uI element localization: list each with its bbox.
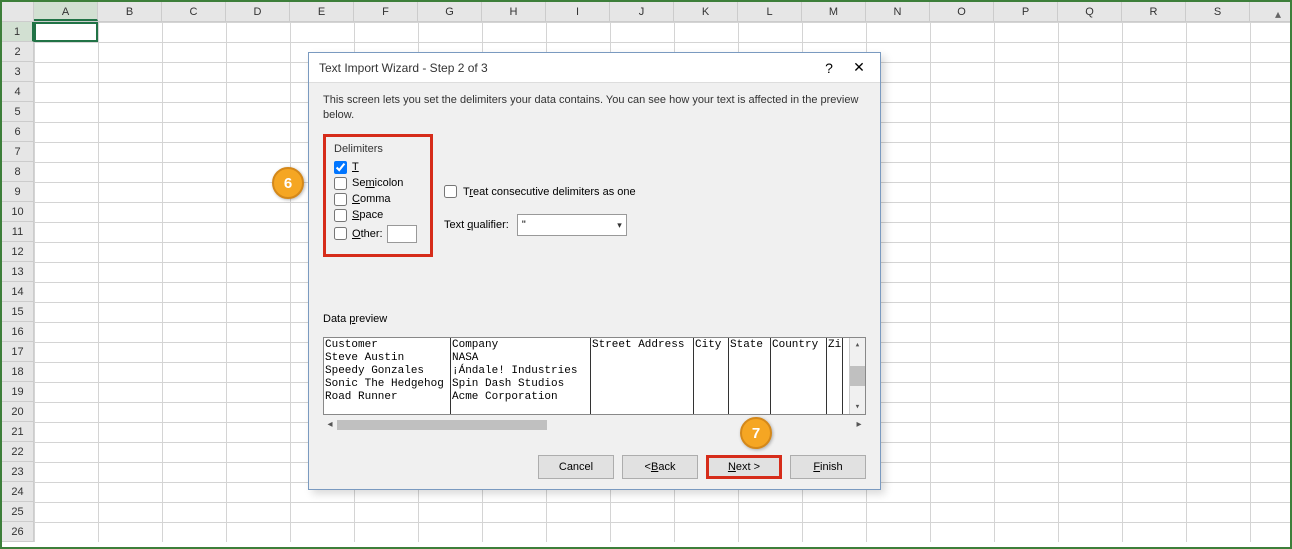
text-import-wizard-dialog: Text Import Wizard - Step 2 of 3 ? ✕ Thi… [308,52,881,490]
delimiter-tab-checkbox[interactable] [334,161,347,174]
row-header[interactable]: 16 [2,322,34,342]
column-header[interactable]: H [482,2,546,21]
preview-column: Street Address [591,338,694,414]
column-header[interactable]: O [930,2,994,21]
row-header[interactable]: 14 [2,282,34,302]
delimiter-other-input[interactable] [387,225,417,243]
row-header[interactable]: 22 [2,442,34,462]
data-preview-box: CustomerSteve AustinSpeedy GonzalesSonic… [323,337,866,415]
row-header[interactable]: 13 [2,262,34,282]
text-qualifier-select[interactable]: " ▾ [517,214,627,236]
column-header[interactable]: I [546,2,610,21]
row-header[interactable]: 2 [2,42,34,62]
delimiters-legend: Delimiters [334,143,422,155]
back-button[interactable]: < Back [622,455,698,479]
row-header[interactable]: 19 [2,382,34,402]
row-header[interactable]: 5 [2,102,34,122]
delimiter-semicolon-label: Semicolon [352,177,403,189]
row-header[interactable]: 21 [2,422,34,442]
delimiter-other-label: Other: [352,228,383,240]
row-header[interactable]: 17 [2,342,34,362]
column-header[interactable]: R [1122,2,1186,21]
row-header[interactable]: 12 [2,242,34,262]
row-header[interactable]: 18 [2,362,34,382]
row-header[interactable]: 11 [2,222,34,242]
finish-button[interactable]: Finish [790,455,866,479]
row-header[interactable]: 23 [2,462,34,482]
column-header[interactable]: E [290,2,354,21]
row-header[interactable]: 25 [2,502,34,522]
help-button[interactable]: ? [814,60,844,76]
column-header[interactable]: P [994,2,1058,21]
preview-horizontal-scrollbar[interactable]: ◂ ▸ [323,417,866,433]
close-button[interactable]: ✕ [844,59,874,76]
column-header[interactable]: L [738,2,802,21]
column-header[interactable]: D [226,2,290,21]
preview-vertical-scrollbar[interactable]: ▴ ▾ [849,338,865,414]
column-header[interactable]: C [162,2,226,21]
chevron-down-icon: ▾ [617,220,622,231]
cancel-button[interactable]: Cancel [538,455,614,479]
row-header[interactable]: 3 [2,62,34,82]
annotation-badge-6: 6 [272,167,304,199]
row-header[interactable]: 26 [2,522,34,542]
text-qualifier-label: Text qualifier: [444,219,509,231]
row-headers: 1234567891011121314151617181920212223242… [2,22,34,542]
row-header[interactable]: 20 [2,402,34,422]
dialog-titlebar: Text Import Wizard - Step 2 of 3 ? ✕ [309,53,880,83]
row-header[interactable]: 7 [2,142,34,162]
row-header[interactable]: 8 [2,162,34,182]
delimiter-options: Treat consecutive delimiters as one Text… [444,185,636,236]
delimiter-semicolon-checkbox[interactable] [334,177,347,190]
preview-column: City [694,338,729,414]
preview-column: Country [771,338,827,414]
select-all-corner[interactable] [2,2,34,21]
scroll-up-icon[interactable]: ▴ [1270,6,1286,22]
column-header[interactable]: F [354,2,418,21]
row-header[interactable]: 15 [2,302,34,322]
delimiter-comma-checkbox[interactable] [334,193,347,206]
row-header[interactable]: 6 [2,122,34,142]
row-header[interactable]: 4 [2,82,34,102]
dialog-title: Text Import Wizard - Step 2 of 3 [319,61,814,75]
row-header[interactable]: 1 [2,22,34,42]
column-header[interactable]: J [610,2,674,21]
preview-column: CustomerSteve AustinSpeedy GonzalesSonic… [324,338,451,414]
delimiters-group: Delimiters T Semicolon Comma Space Other… [323,134,433,257]
data-preview-label: Data preview [323,313,866,325]
column-header[interactable]: N [866,2,930,21]
row-header[interactable]: 9 [2,182,34,202]
delimiter-space-label: Space [352,209,383,221]
column-header[interactable]: M [802,2,866,21]
column-header[interactable]: G [418,2,482,21]
dialog-buttons: Cancel < Back Next > Finish [538,455,866,479]
preview-column: CompanyNASA¡Ándale! IndustriesSpin Dash … [451,338,591,414]
delimiter-tab-label: T [352,161,359,173]
column-header[interactable]: B [98,2,162,21]
annotation-badge-7: 7 [740,417,772,449]
preview-column: State [729,338,771,414]
delimiter-space-checkbox[interactable] [334,209,347,222]
data-preview-section: Data preview CustomerSteve AustinSpeedy … [323,313,866,433]
dialog-description: This screen lets you set the delimiters … [323,93,866,124]
delimiter-other-checkbox[interactable] [334,227,347,240]
column-header[interactable]: K [674,2,738,21]
preview-column: Zi [827,338,843,414]
column-header[interactable]: S [1186,2,1250,21]
column-header[interactable]: Q [1058,2,1122,21]
column-headers: ABCDEFGHIJKLMNOPQRS [2,2,1290,22]
row-header[interactable]: 24 [2,482,34,502]
next-button[interactable]: Next > [706,455,782,479]
delimiter-comma-label: Comma [352,193,391,205]
row-header[interactable]: 10 [2,202,34,222]
active-cell[interactable] [34,22,98,42]
treat-consecutive-label: Treat consecutive delimiters as one [463,186,636,198]
column-header[interactable]: A [34,2,98,21]
treat-consecutive-checkbox[interactable] [444,185,457,198]
